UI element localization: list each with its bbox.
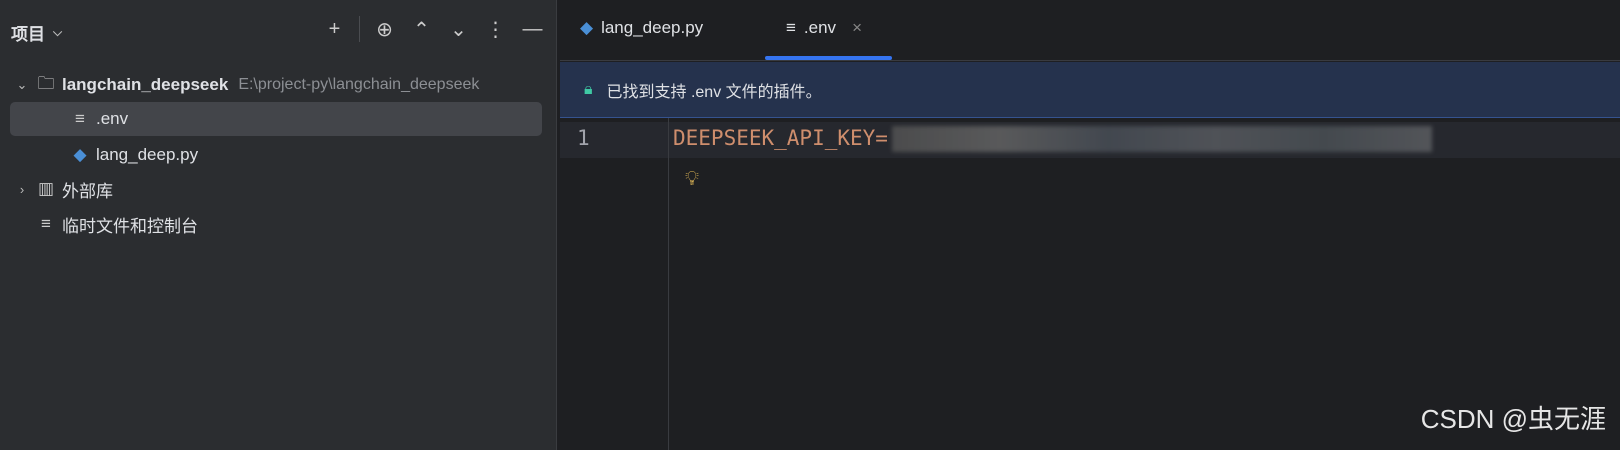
code-line[interactable]: DEEPSEEK_API_KEY= <box>673 126 1432 152</box>
tab-lang-deep[interactable]: ◆ lang_deep.py <box>580 18 703 38</box>
tree-item-env[interactable]: ≡ .env <box>10 102 542 136</box>
tree-item-scratches[interactable]: ≡ 临时文件和控制台 <box>10 207 542 241</box>
text-file-icon: ≡ <box>786 18 796 37</box>
file-label: lang_deep.py <box>96 145 199 164</box>
divider <box>359 16 360 42</box>
close-icon[interactable]: × <box>852 18 862 38</box>
line-number: 1 <box>577 126 590 150</box>
tab-env[interactable]: ≡ .env × <box>786 18 862 38</box>
project-view-selector[interactable]: 项目 ⌵ <box>11 20 62 45</box>
text-file-icon: ≡ <box>75 109 85 128</box>
chevron-right-icon[interactable]: › <box>10 182 34 197</box>
more-icon[interactable]: ⋮ <box>477 17 514 42</box>
python-icon: ◆ <box>73 145 87 164</box>
tab-label: .env <box>803 18 837 37</box>
add-icon[interactable]: + <box>316 18 353 41</box>
tree-item-lang-deep[interactable]: ◆ lang_deep.py <box>10 138 542 172</box>
gutter-divider <box>668 118 669 450</box>
lightbulb-icon[interactable]: 💡︎ <box>685 168 699 191</box>
tree-item-external-libs[interactable]: › ▥ 外部库 <box>10 172 542 206</box>
banner-text: 已找到支持 .env 文件的插件。 <box>606 83 822 101</box>
library-icon: ▥ <box>37 179 55 198</box>
panel-title: 项目 <box>11 25 45 44</box>
item-label: 临时文件和控制台 <box>62 216 198 236</box>
python-icon: ◆ <box>580 18 594 37</box>
active-tab-indicator <box>765 56 892 60</box>
watermark: CSDN @虫无涯 <box>1420 404 1606 434</box>
project-name: langchain_deepseek <box>62 75 229 94</box>
file-label: .env <box>96 109 129 128</box>
collapse-all-icon[interactable]: ⌄ <box>440 17 477 42</box>
lock-icon: 🔒︎ <box>584 80 593 98</box>
chevron-down-icon: ⌵ <box>53 25 63 39</box>
expand-all-icon[interactable]: ⌃ <box>403 17 440 42</box>
editor-tabs <box>560 0 1620 61</box>
folder-icon: 🗀 <box>37 73 55 93</box>
tree-item-project[interactable]: ⌄ 🗀 langchain_deepseek E:\project-py\langch… <box>10 68 542 102</box>
tab-label: lang_deep.py <box>601 18 704 37</box>
scratches-icon: ≡ <box>41 214 51 233</box>
item-label: 外部库 <box>62 181 113 201</box>
project-panel: 项目 ⌵ + ⊕ ⌃ ⌄ ⋮ — ⌄ 🗀 langchain_deepseek E:\p… <box>0 0 557 450</box>
redacted-value <box>891 126 1432 152</box>
env-key: DEEPSEEK_API_KEY= <box>673 126 888 150</box>
minimize-icon[interactable]: — <box>514 18 551 41</box>
chevron-down-icon[interactable]: ⌄ <box>10 77 34 93</box>
locate-icon[interactable]: ⊕ <box>366 17 403 42</box>
project-path: E:\project-py\langchain_deepseek <box>238 76 480 93</box>
plugin-banner: 🔒︎ 已找到支持 .env 文件的插件。 <box>560 62 1620 118</box>
